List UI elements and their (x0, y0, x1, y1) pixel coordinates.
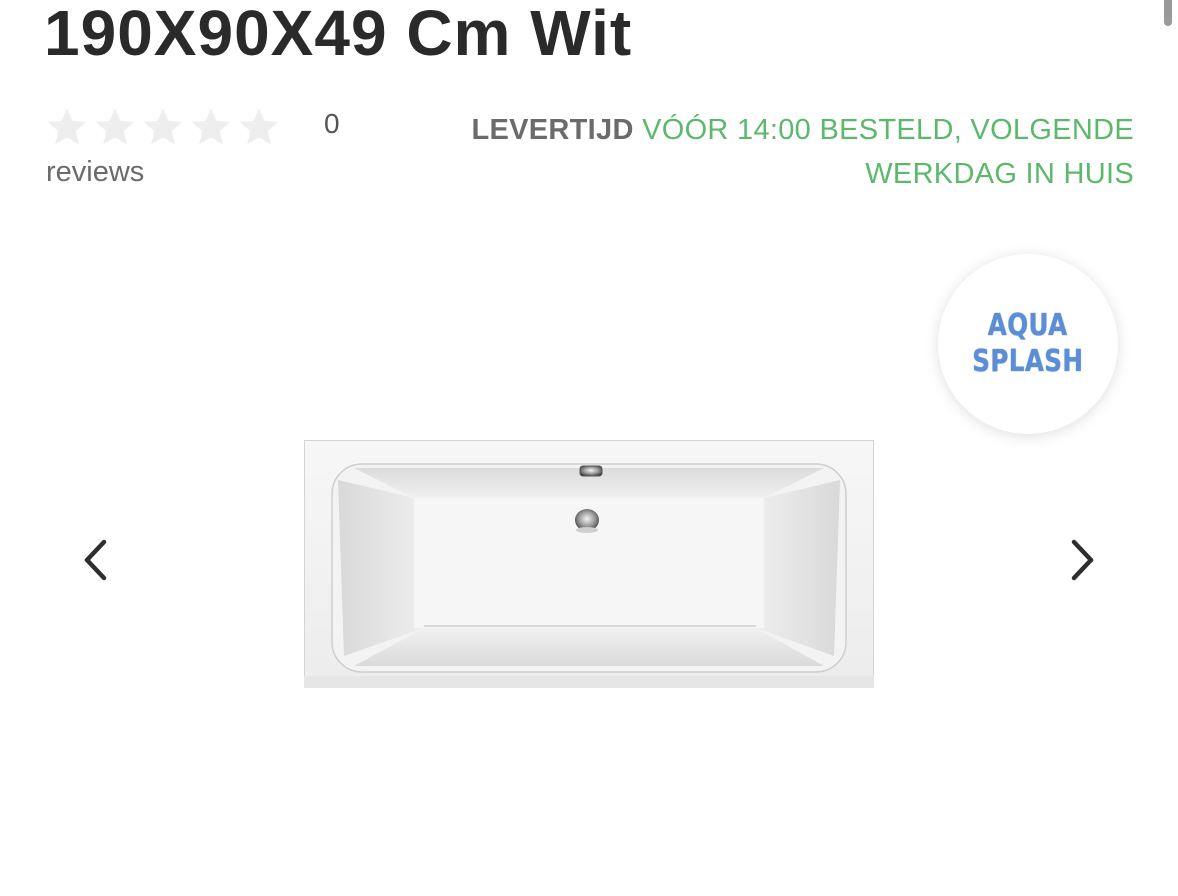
star-rating (44, 104, 364, 150)
gallery-next-button[interactable] (1052, 530, 1112, 590)
product-page: 190X90X49 Cm Wit 0 reviews LEVERTIJD VÓÓ… (0, 0, 1178, 896)
brand-name-line1: AQUA (988, 308, 1068, 343)
product-image-bathtub[interactable] (304, 440, 874, 688)
scrollbar[interactable] (1164, 0, 1172, 26)
product-title: 190X90X49 Cm Wit (44, 0, 633, 69)
reviews-label[interactable]: reviews (46, 156, 144, 189)
star-icon (191, 108, 231, 145)
star-icon (47, 108, 87, 145)
delivery-label: LEVERTIJD (471, 114, 634, 146)
rating-summary[interactable]: 0 reviews (44, 104, 364, 188)
brand-logo[interactable]: AQUA SPLASH (938, 254, 1118, 434)
delivery-info: LEVERTIJD VÓÓR 14:00 BESTELD, VOLGENDE W… (374, 108, 1134, 196)
brand-name-line2: SPLASH (972, 344, 1084, 379)
chevron-left-icon (84, 539, 107, 581)
star-icon (143, 108, 183, 145)
star-icon (239, 108, 279, 145)
chevron-right-icon (1071, 539, 1094, 581)
star-icon (95, 108, 135, 145)
gallery-prev-button[interactable] (66, 530, 126, 590)
delivery-value: VÓÓR 14:00 BESTELD, VOLGENDE WERKDAG IN … (642, 114, 1134, 190)
review-count: 0 (324, 108, 340, 139)
